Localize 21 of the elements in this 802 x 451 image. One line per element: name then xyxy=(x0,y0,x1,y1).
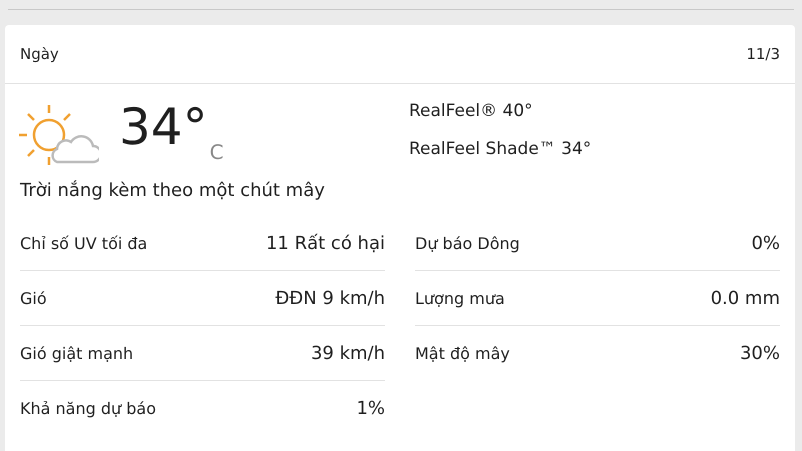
detail-value: ĐĐN 9 km/h xyxy=(275,288,385,308)
detail-label: Chỉ số UV tối đa xyxy=(20,234,148,252)
weather-description: Trời nắng kèm theo một chút mây xyxy=(19,180,326,203)
detail-value: 11 Rất có hại xyxy=(266,232,385,254)
detail-label: Khả năng dự báo xyxy=(20,399,156,418)
detail-label: Dự báo Dông xyxy=(415,234,520,252)
temperature: 34° xyxy=(119,102,208,158)
detail-value: 30% xyxy=(740,343,780,364)
detail-label: Gió giật mạnh xyxy=(20,344,134,362)
detail-value: 0.0 mm xyxy=(710,288,780,308)
temperature-unit: C xyxy=(210,140,224,166)
detail-value: 1% xyxy=(356,398,385,419)
detail-value: 39 km/h xyxy=(310,342,385,364)
date: 11/3 xyxy=(746,45,780,63)
detail-label: Mật độ mây xyxy=(415,344,510,363)
detail-label: Gió xyxy=(20,288,47,308)
day-label: Ngày xyxy=(20,45,59,63)
detail-value: 0% xyxy=(751,232,780,254)
realfeel-reading: RealFeel® 40° xyxy=(409,101,534,121)
realfeel-reading: RealFeel Shade™ 34° xyxy=(409,139,592,159)
detail-label: Lượng mưa xyxy=(415,288,505,308)
